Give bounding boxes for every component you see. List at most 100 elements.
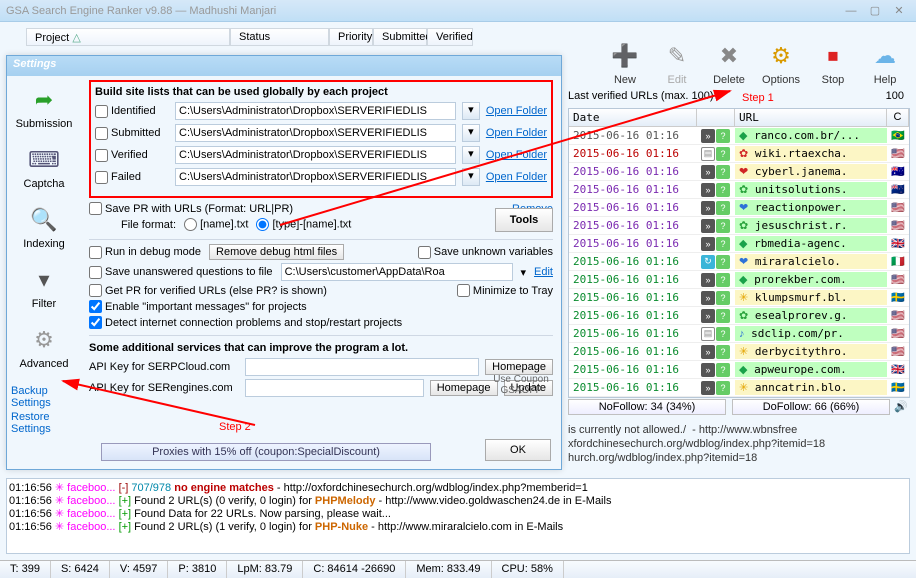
radio-type-name[interactable]: [type]-[name].txt (256, 218, 351, 231)
chk-debug[interactable]: Run in debug mode (89, 246, 201, 259)
open-folder-verified[interactable]: Open Folder (486, 149, 547, 161)
stop-button[interactable]: ⏹Stop (810, 40, 856, 86)
path-identified[interactable] (175, 102, 456, 120)
engine-icon: » (701, 165, 715, 179)
pencil-icon: ✎ (661, 40, 693, 72)
chk-important[interactable]: Enable "important messages" for projects (89, 300, 307, 313)
table-row[interactable]: 2015-06-16 01:16 »? ✿ esealprorev.g. 🇺🇸 (569, 307, 909, 325)
gear-icon: ⚙ (28, 324, 60, 356)
homepage1-btn[interactable]: Homepage (485, 359, 553, 375)
engine-icon: » (701, 183, 715, 197)
flag-icon: 🇺🇸 (887, 308, 909, 323)
chk-failed[interactable]: Failed (95, 171, 169, 184)
open-folder-failed[interactable]: Open Folder (486, 171, 547, 183)
table-row[interactable]: 2015-06-16 01:16 »? ◆ ranco.com.br/... 🇧… (569, 127, 909, 145)
delete-button[interactable]: ✖Delete (706, 40, 752, 86)
promo-bar[interactable]: Proxies with 15% off (coupon:SpecialDisc… (101, 443, 431, 461)
table-row[interactable]: 2015-06-16 01:16 »? ◆ prorekber.com. 🇺🇸 (569, 271, 909, 289)
homepage2-btn[interactable]: Homepage (430, 380, 498, 396)
table-row[interactable]: 2015-06-16 01:16 ▤? ✿ wiki.rtaexcha. 🇺🇸 (569, 145, 909, 163)
restore-settings-link[interactable]: Restore Settings (9, 410, 79, 436)
table-row[interactable]: 2015-06-16 01:16 »? ✳ anncatrin.blo. 🇸🇪 (569, 379, 909, 397)
api1-input[interactable] (245, 358, 479, 376)
app-title: GSA Search Engine Ranker v9.88 — Madhush… (6, 5, 840, 17)
col-project[interactable]: Project △ (26, 28, 230, 46)
path-submitted[interactable] (175, 124, 456, 142)
nav-submission[interactable]: ➦Submission (7, 80, 81, 140)
new-button[interactable]: ➕New (602, 40, 648, 86)
nav-advanced[interactable]: ⚙Advanced (7, 320, 81, 380)
chk-identified[interactable]: Identified (95, 105, 169, 118)
status-cpu: CPU: 58% (492, 561, 564, 578)
funnel-icon: ▾ (28, 264, 60, 296)
options-button[interactable]: ⚙Options (758, 40, 804, 86)
close-icon[interactable]: ✕ (888, 3, 910, 19)
backup-settings-link[interactable]: Backup Settings (9, 384, 79, 410)
status-icon: ? (716, 129, 730, 143)
col-status[interactable]: Status (230, 28, 329, 46)
flag-icon: 🇺🇸 (887, 200, 909, 215)
nav-captcha[interactable]: ⌨Captcha (7, 140, 81, 200)
dropdown-verified[interactable]: ▾ (462, 146, 480, 164)
status-c: C: 84614 -26690 (303, 561, 406, 578)
status-icon: ? (716, 201, 730, 215)
table-row[interactable]: 2015-06-16 01:16 »? ◆ apweurope.com. 🇬🇧 (569, 361, 909, 379)
table-row[interactable]: 2015-06-16 01:16 ↻? ❤ miraralcielo. 🇮🇹 (569, 253, 909, 271)
chk-minimize[interactable]: Minimize to Tray (457, 284, 553, 297)
flag-icon: 🇺🇸 (887, 272, 909, 287)
log-pane[interactable]: 01:16:56 ✳ faceboo... [-] 707/978 no eng… (6, 478, 910, 554)
edit-button[interactable]: ✎Edit (654, 40, 700, 86)
tools-button[interactable]: Tools (495, 208, 553, 232)
chk-save-unknown[interactable]: Save unknown variables (418, 246, 553, 259)
dropdown-submitted[interactable]: ▾ (462, 124, 480, 142)
search-icon: 🔍 (28, 204, 60, 236)
nav-indexing[interactable]: 🔍Indexing (7, 200, 81, 260)
help-button[interactable]: ☁Help (862, 40, 908, 86)
api2-input[interactable] (245, 379, 424, 397)
remove-debug-btn[interactable]: Remove debug html files (209, 244, 344, 260)
path-failed[interactable] (175, 168, 456, 186)
open-folder-identified[interactable]: Open Folder (486, 105, 547, 117)
verified-count: 100 (886, 90, 904, 102)
col-verified[interactable]: Verified (427, 28, 473, 46)
ok-button[interactable]: OK (485, 439, 551, 461)
open-folder-submitted[interactable]: Open Folder (486, 127, 547, 139)
edit-link[interactable]: Edit (534, 266, 553, 278)
table-row[interactable]: 2015-06-16 01:16 »? ◆ rbmedia-agenc. 🇬🇧 (569, 235, 909, 253)
chk-verified[interactable]: Verified (95, 149, 169, 162)
status-t: T: 399 (0, 561, 51, 578)
table-row[interactable]: 2015-06-16 01:16 »? ✿ jesuschrist.r. 🇺🇸 (569, 217, 909, 235)
nav-filter[interactable]: ▾Filter (7, 260, 81, 320)
chk-get-pr[interactable]: Get PR for verified URLs (else PR? is sh… (89, 284, 327, 297)
table-row[interactable]: 2015-06-16 01:16 ▤? ♪ sdclip.com/pr. 🇺🇸 (569, 325, 909, 343)
table-row[interactable]: 2015-06-16 01:16 »? ✳ derbycitythro. 🇺🇸 (569, 343, 909, 361)
chk-save-unanswered[interactable]: Save unanswered questions to file (89, 266, 273, 279)
flag-icon: 🇳🇿 (887, 182, 909, 197)
flag-icon: 🇺🇸 (887, 344, 909, 359)
dropdown-unanswered[interactable]: ▾ (521, 266, 527, 279)
chk-save-pr[interactable]: Save PR with URLs (Format: URL|PR) (89, 202, 293, 215)
table-row[interactable]: 2015-06-16 01:16 »? ✳ klumpsmurf.bl. 🇸🇪 (569, 289, 909, 307)
maximize-icon[interactable]: ▢ (864, 3, 886, 19)
flag-icon: 🇬🇧 (887, 362, 909, 377)
chk-detect[interactable]: Detect internet connection problems and … (89, 316, 402, 329)
col-submitted[interactable]: Submitted (373, 28, 427, 46)
col-priority[interactable]: Priority (329, 28, 373, 46)
speaker-icon[interactable]: 🔊 (894, 400, 908, 413)
radio-name[interactable]: [name].txt (184, 218, 248, 231)
minimize-icon[interactable]: — (840, 3, 862, 19)
dropdown-failed[interactable]: ▾ (462, 168, 480, 186)
table-row[interactable]: 2015-06-16 01:16 »? ✿ unitsolutions. 🇳🇿 (569, 181, 909, 199)
hdr-c[interactable]: C (887, 109, 909, 126)
hdr-mid[interactable] (697, 109, 735, 126)
unanswered-path[interactable] (281, 263, 513, 281)
chk-submitted[interactable]: Submitted (95, 127, 169, 140)
hdr-date[interactable]: Date (569, 109, 697, 126)
hdr-url[interactable]: URL (735, 109, 887, 126)
dropdown-identified[interactable]: ▾ (462, 102, 480, 120)
path-verified[interactable] (175, 146, 456, 164)
engine-icon: » (701, 129, 715, 143)
engine-icon: » (701, 201, 715, 215)
table-row[interactable]: 2015-06-16 01:16 »? ❤ cyberl.janema. 🇦🇺 (569, 163, 909, 181)
table-row[interactable]: 2015-06-16 01:16 »? ❤ reactionpower. 🇺🇸 (569, 199, 909, 217)
